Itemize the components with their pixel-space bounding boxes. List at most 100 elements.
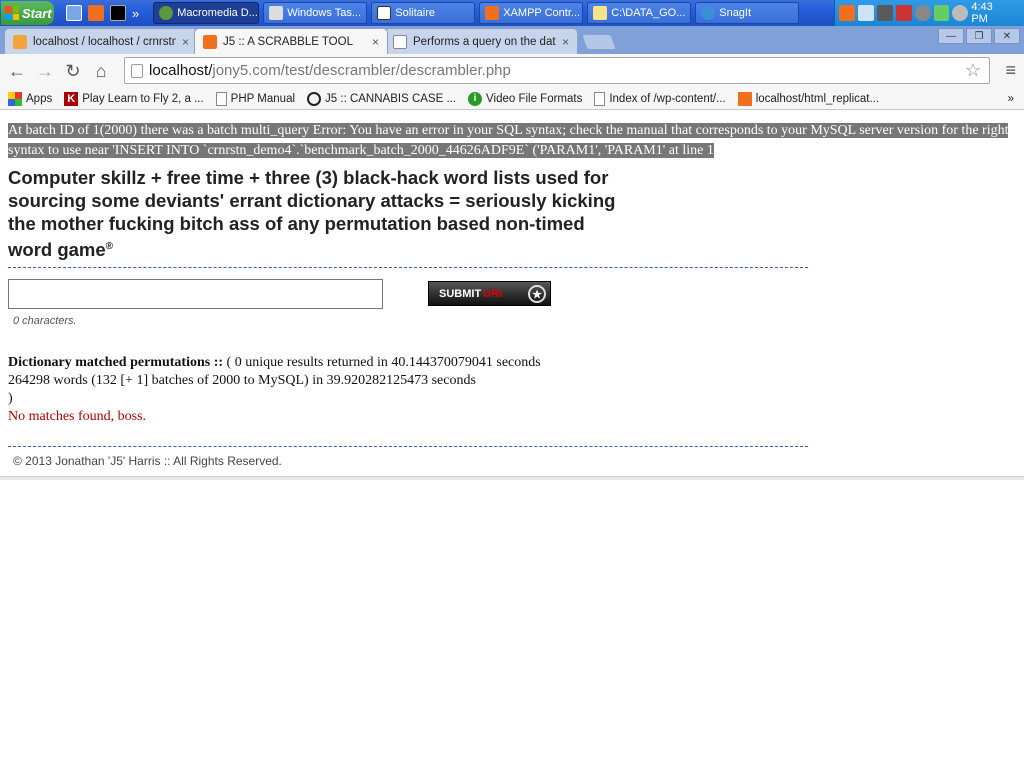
forward-button[interactable]: → — [31, 57, 59, 85]
bookmark-html-replicat[interactable]: localhost/html_replicat... — [737, 91, 880, 106]
bookmark-php-manual[interactable]: PHP Manual — [215, 91, 296, 106]
taskbar: Start » Macromedia D... Windows Tas... S… — [0, 0, 1024, 26]
xampp-icon — [203, 34, 217, 49]
update-icon[interactable] — [933, 5, 950, 21]
submit-label: SUBMIT — [439, 287, 482, 300]
tab-strip: localhost / localhost / crnrstn × J5 :: … — [0, 26, 1024, 54]
dreamweaver-icon — [159, 6, 174, 20]
page-icon — [131, 63, 143, 78]
taskbar-button-xampp[interactable]: XAMPP Contr... — [479, 2, 584, 24]
registered-mark: ® — [105, 241, 114, 252]
network-icon[interactable] — [857, 5, 874, 21]
clock-tray-icon[interactable] — [952, 5, 969, 21]
bookmark-cannabis-case[interactable]: J5 :: CANNABIS CASE ... — [307, 91, 457, 106]
bookmark-label: Apps — [26, 92, 53, 105]
bookmark-label: localhost/html_replicat... — [755, 92, 880, 105]
page-icon — [393, 34, 407, 49]
quick-launch: » — [66, 0, 139, 26]
address-bar[interactable]: localhost/jony5.com/test/descrambler/des… — [124, 57, 990, 84]
char-count: 0 characters. — [13, 315, 77, 327]
start-label: Start — [22, 5, 52, 21]
menu-icon[interactable]: ≡ — [1005, 60, 1016, 81]
xampp-icon[interactable] — [88, 5, 104, 21]
tab-label: localhost / localhost / crnrstn — [33, 35, 176, 48]
results-batch-info: 264298 words (132 [+ 1] batches of 2000 … — [8, 373, 476, 388]
taskbar-button-label: XAMPP Contr... — [503, 7, 581, 19]
page-icon — [215, 91, 227, 106]
minimize-button[interactable]: — — [938, 28, 964, 44]
bookmark-label: Video File Formats — [486, 92, 583, 105]
restore-button[interactable]: ❐ — [966, 28, 992, 44]
bookmark-star-icon[interactable]: ☆ — [965, 60, 981, 81]
results-block: Dictionary matched permutations :: ( 0 u… — [8, 354, 541, 426]
bookmarks-bar: Apps K Play Learn to Fly 2, a ... PHP Ma… — [0, 88, 1024, 110]
clock[interactable]: 4:43 PM — [971, 1, 1012, 25]
apps-icon — [8, 91, 22, 106]
quick-launch-more[interactable]: » — [132, 6, 139, 21]
bookmark-apps[interactable]: Apps — [8, 91, 53, 106]
windows-flag-icon — [5, 6, 19, 20]
submit-suffix: URI — [483, 287, 503, 300]
taskbar-button-solitaire[interactable]: Solitaire — [371, 2, 476, 24]
error-text: At batch ID of 1(2000) there was a batch… — [8, 123, 1009, 158]
snagit-icon — [701, 6, 716, 20]
printer-icon[interactable] — [876, 5, 893, 21]
star-circle-icon: ★ — [528, 285, 546, 303]
system-tray: 4:43 PM — [834, 0, 1024, 26]
xampp-tray-icon[interactable] — [839, 5, 855, 21]
divider — [8, 446, 808, 447]
taskbar-button-label: SnagIt — [719, 7, 752, 19]
j5-icon — [307, 91, 322, 106]
sql-error-message: At batch ID of 1(2000) there was a batch… — [8, 121, 1018, 161]
bookmark-wp-content[interactable]: Index of /wp-content/... — [594, 91, 726, 106]
taskbar-button-macromedia[interactable]: Macromedia D... — [153, 2, 260, 24]
cmd-icon[interactable] — [110, 5, 126, 21]
taskbar-button-label: Solitaire — [395, 7, 435, 19]
close-icon[interactable]: × — [182, 35, 189, 49]
reload-button[interactable]: ↻ — [59, 57, 87, 85]
taskbar-button-task-manager[interactable]: Windows Tas... — [263, 2, 368, 24]
bookmark-label: J5 :: CANNABIS CASE ... — [325, 92, 457, 105]
page-bottom-border — [0, 476, 1024, 480]
security-icon[interactable] — [895, 5, 912, 21]
bookmark-video-formats[interactable]: i Video File Formats — [468, 91, 583, 106]
desktop-icon[interactable] — [66, 5, 82, 21]
bookmark-learn-to-fly[interactable]: K Play Learn to Fly 2, a ... — [64, 91, 204, 106]
close-icon[interactable]: × — [562, 35, 569, 49]
bookmarks-more[interactable]: » — [1008, 93, 1014, 105]
tab-phpmyadmin[interactable]: localhost / localhost / crnrstn × — [4, 28, 198, 54]
start-button[interactable]: Start — [1, 1, 54, 25]
results-heading: Dictionary matched permutations :: — [8, 355, 224, 370]
taskbar-button-label: Windows Tas... — [287, 7, 362, 19]
divider — [8, 267, 808, 268]
bookmark-label: PHP Manual — [230, 92, 296, 105]
word-input[interactable] — [8, 279, 383, 309]
close-window-button[interactable]: ✕ — [994, 28, 1020, 44]
tab-label: Performs a query on the dat — [413, 35, 556, 48]
tab-label: J5 :: A SCRABBLE TOOL — [223, 35, 353, 48]
headline-text: Computer skillz + free time + three (3) … — [8, 167, 616, 261]
page-icon — [594, 91, 606, 106]
taskbar-button-label: Macromedia D... — [177, 7, 258, 19]
taskbar-button-snagit[interactable]: SnagIt — [695, 2, 800, 24]
volume-icon[interactable] — [914, 5, 931, 21]
url-path: jony5.com/test/descrambler/descrambler.p… — [212, 62, 511, 79]
close-icon[interactable]: × — [372, 35, 379, 49]
bookmark-label: Index of /wp-content/... — [609, 92, 726, 105]
taskbar-button-explorer[interactable]: C:\DATA_GO... — [587, 2, 692, 24]
window-controls: — ❐ ✕ — [938, 28, 1020, 44]
xampp-icon — [485, 6, 500, 20]
back-button[interactable]: ← — [3, 57, 31, 85]
new-tab-button[interactable] — [581, 34, 617, 50]
page-headline: Computer skillz + free time + three (3) … — [8, 166, 618, 261]
xampp-icon — [737, 91, 752, 106]
k-icon: K — [64, 91, 79, 106]
tab-scrabble-tool[interactable]: J5 :: A SCRABBLE TOOL × — [194, 28, 388, 54]
submit-button[interactable]: SUBMIT URI ★ — [428, 281, 551, 306]
task-manager-icon — [269, 6, 284, 20]
cards-icon — [377, 6, 392, 20]
results-summary: ( 0 unique results returned in 40.144370… — [226, 355, 541, 370]
home-button[interactable]: ⌂ — [87, 57, 115, 85]
tab-php-manual[interactable]: Performs a query on the dat × — [384, 28, 578, 54]
bookmark-label: Play Learn to Fly 2, a ... — [82, 92, 204, 105]
